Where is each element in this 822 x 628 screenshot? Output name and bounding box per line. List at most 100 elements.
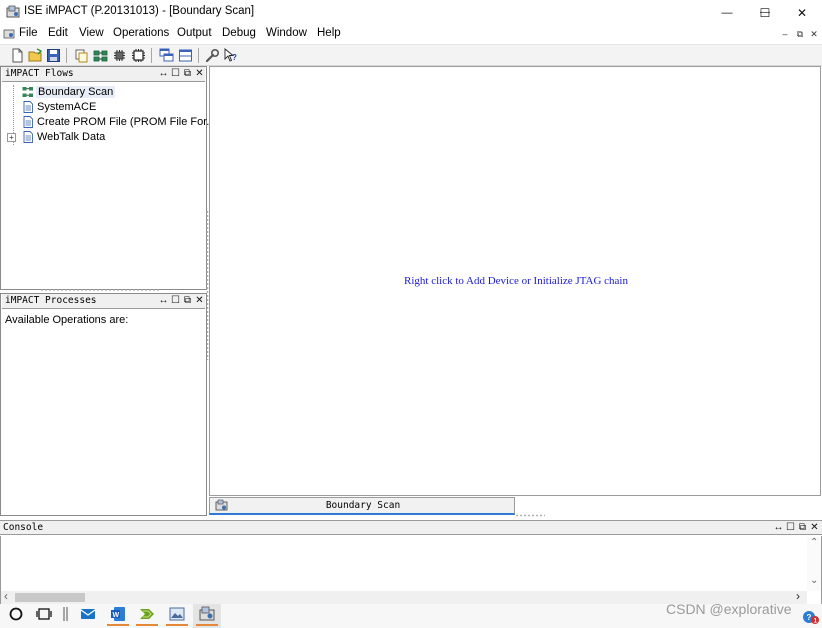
menu-file[interactable]: File: [19, 27, 38, 39]
svg-text:?: ?: [232, 53, 237, 62]
menu-edit[interactable]: Edit: [48, 27, 68, 39]
processes-panel: iMPACT Processes ↔ ☐ ⧉ ✕ Available Opera…: [0, 293, 207, 516]
svg-text:W: W: [113, 612, 120, 619]
image-viewer-icon[interactable]: [169, 606, 185, 622]
watermark: CSDN @explorative: [666, 601, 792, 617]
menu-output[interactable]: Output: [177, 27, 212, 39]
float-icon[interactable]: ↔: [773, 522, 784, 534]
console-header: Console ↔ ☐ ⧉ ✕: [0, 520, 822, 535]
menu-debug[interactable]: Debug: [222, 27, 256, 39]
minimize-icon: —: [721, 6, 733, 19]
flows-panel-title: iMPACT Flows: [5, 68, 74, 79]
menu-view[interactable]: View: [79, 27, 104, 39]
console-scroll-thumb[interactable]: [15, 593, 85, 602]
scroll-right-icon[interactable]: ›: [796, 589, 800, 603]
maximize-panel-icon[interactable]: ☐: [170, 68, 181, 80]
float-icon[interactable]: ↔: [158, 68, 169, 80]
ise-project-icon[interactable]: [139, 606, 155, 622]
flow-item-boundary-scan[interactable]: Boundary Scan: [1, 85, 206, 99]
maximize-panel-icon[interactable]: ☐: [785, 522, 796, 534]
maximize-icon: ☐: [759, 5, 771, 20]
restore-panel-icon[interactable]: ⧉: [797, 522, 808, 534]
flow-item-systemace[interactable]: SystemACE: [1, 100, 206, 114]
mdi-minimize-button[interactable]: –: [779, 28, 791, 40]
mdi-close-button[interactable]: ✕: [808, 28, 820, 40]
scroll-left-icon[interactable]: ‹: [4, 589, 8, 603]
flow-item-create-prom-file[interactable]: Create PROM File (PROM File For...: [1, 115, 215, 129]
toolbar-separator: [198, 48, 199, 63]
document-icon: [23, 101, 33, 113]
ise-active-indicator: [136, 624, 158, 626]
menu-operations[interactable]: Operations: [113, 27, 169, 39]
svg-text:?: ?: [807, 613, 812, 622]
image-viewer-active-indicator: [166, 624, 188, 626]
flow-item-webtalk-data[interactable]: + WebTalk Data: [1, 130, 206, 144]
save-icon[interactable]: [46, 48, 61, 63]
flow-item-label: Create PROM File (PROM File For...: [37, 116, 216, 128]
document-icon: [23, 116, 33, 128]
boundary-scan-canvas[interactable]: Right click to Add Device or Initialize …: [209, 66, 821, 496]
open-folder-icon[interactable]: [28, 48, 43, 63]
close-button[interactable]: ✕: [783, 0, 821, 25]
tab-label: Boundary Scan: [325, 500, 401, 511]
debug-chip-icon[interactable]: [112, 48, 127, 63]
close-panel-icon[interactable]: ✕: [194, 295, 205, 307]
minimize-button[interactable]: —: [708, 0, 746, 25]
close-icon: ✕: [796, 5, 808, 20]
impact-app-icon: [6, 5, 20, 18]
toolbar-separator: [66, 48, 67, 63]
maximize-button[interactable]: ☐: [746, 0, 784, 25]
tab-boundary-scan[interactable]: Boundary Scan: [209, 497, 515, 515]
flows-panel-header: iMPACT Flows ↔ ☐ ⧉ ✕: [2, 67, 205, 82]
scroll-down-icon[interactable]: ⌄: [810, 575, 818, 586]
document-menu-icon[interactable]: [3, 28, 15, 40]
expand-plus-icon[interactable]: +: [7, 133, 16, 142]
float-icon[interactable]: ↔: [158, 295, 169, 307]
processes-panel-header: iMPACT Processes ↔ ☐ ⧉ ✕: [2, 294, 205, 309]
flow-item-label: WebTalk Data: [37, 131, 106, 143]
wrench-icon[interactable]: [205, 48, 220, 63]
restore-panel-icon[interactable]: ⧉: [182, 295, 193, 307]
flow-item-label: Boundary Scan: [36, 86, 116, 98]
task-view-icon[interactable]: [36, 606, 52, 622]
restore-panel-icon[interactable]: ⧉: [182, 68, 193, 80]
divider-icon: [63, 607, 68, 621]
processes-panel-title: iMPACT Processes: [5, 295, 97, 306]
window-title: ISE iMPACT (P.20131013) - [Boundary Scan…: [24, 5, 255, 17]
word-icon[interactable]: W: [110, 606, 126, 622]
mail-icon[interactable]: [80, 606, 96, 622]
menu-help[interactable]: Help: [317, 27, 341, 39]
tile-windows-icon[interactable]: [178, 48, 193, 63]
menu-bar: File Edit View Operations Output Debug W…: [0, 25, 822, 45]
close-panel-icon[interactable]: ✕: [809, 522, 820, 534]
document-icon: [23, 131, 33, 143]
tab-area-grip: [515, 514, 545, 517]
jtag-chain-icon[interactable]: [93, 48, 108, 63]
copy-icon[interactable]: [74, 48, 89, 63]
title-bar: ISE iMPACT (P.20131013) - [Boundary Scan…: [0, 0, 822, 25]
start-circle-icon[interactable]: [8, 606, 24, 622]
maximize-panel-icon[interactable]: ☐: [170, 295, 181, 307]
scroll-up-icon[interactable]: ⌃: [810, 537, 818, 548]
canvas-instruction-text: Right click to Add Device or Initialize …: [404, 275, 628, 287]
notification-help-icon[interactable]: ? 1: [802, 609, 820, 625]
new-file-icon[interactable]: [10, 48, 25, 63]
available-operations-label: Available Operations are:: [5, 314, 129, 326]
horizontal-splitter-grip[interactable]: [40, 288, 160, 292]
impact-app-icon[interactable]: [199, 606, 215, 622]
close-panel-icon[interactable]: ✕: [194, 68, 205, 80]
console-vertical-scrollbar[interactable]: ⌃ ⌄: [807, 537, 821, 591]
help-cursor-icon[interactable]: ?: [223, 48, 238, 63]
cascade-windows-icon[interactable]: [159, 48, 174, 63]
device-icon[interactable]: [131, 48, 146, 63]
toolbar: ?: [0, 45, 822, 66]
mdi-restore-button[interactable]: ⧉: [794, 28, 806, 40]
word-active-indicator: [107, 624, 129, 626]
menu-window[interactable]: Window: [266, 27, 307, 39]
flows-panel: iMPACT Flows ↔ ☐ ⧉ ✕ Boundary Scan Syste…: [0, 66, 215, 290]
boundary-scan-icon: [22, 87, 33, 97]
impact-active-indicator: [196, 624, 218, 626]
toolbar-separator: [151, 48, 152, 63]
console-title: Console: [3, 522, 44, 533]
flow-item-label: SystemACE: [37, 101, 97, 113]
